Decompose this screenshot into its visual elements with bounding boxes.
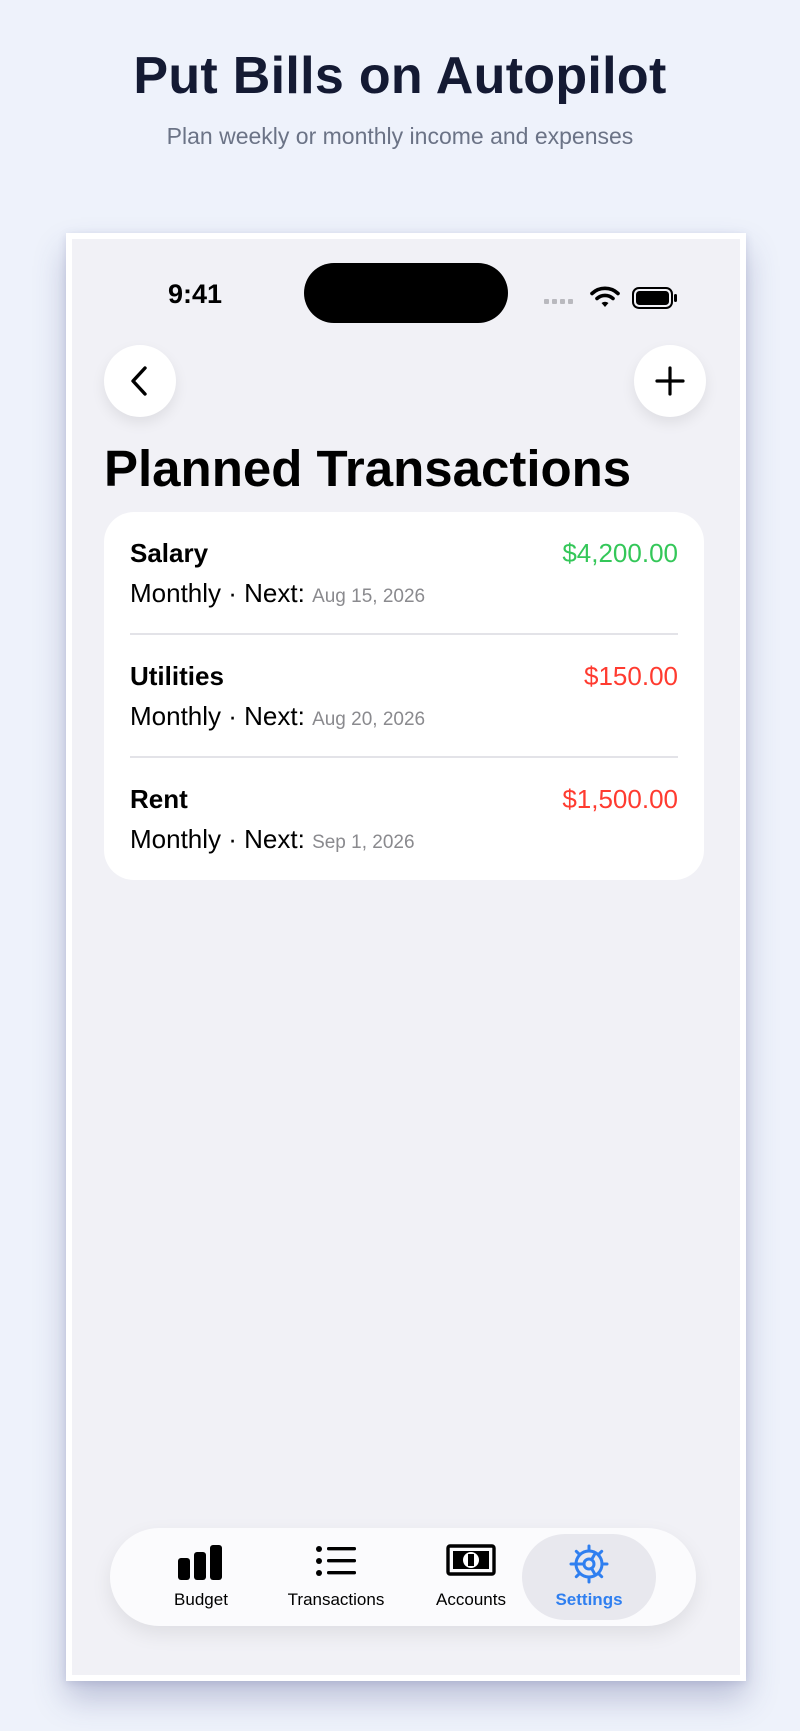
transaction-name: Utilities [130,661,224,691]
transaction-schedule: Monthly · Next: Aug 15, 2026 [130,578,425,609]
schedule-text: Monthly · Next: [130,701,313,731]
transaction-amount: $1,500.00 [562,784,678,814]
next-date: Aug 20, 2026 [312,709,426,730]
transaction-schedule: Monthly · Next: Aug 20, 2026 [130,701,425,732]
transaction-name: Salary [130,538,209,568]
tab-label: Budget [174,1590,228,1609]
transaction-schedule: Monthly · Next: Sep 1, 2026 [130,824,415,855]
schedule-text: Monthly · Next: [130,578,313,608]
tab-settings[interactable]: Settings [522,1534,656,1620]
tab-label: Accounts [436,1590,506,1609]
transaction-row-utilities[interactable]: Utilities $150.00 Monthly · Next: Aug 20… [130,635,678,758]
promo-headline: Put Bills on Autopilot [133,47,667,105]
dynamic-island [304,263,508,323]
add-transaction-button[interactable] [634,345,706,417]
tab-label: Settings [555,1590,623,1609]
chevron-left-icon [131,366,147,396]
tab-transactions[interactable]: Transactions [269,1534,403,1620]
cellular-signal-icon [544,299,573,304]
transaction-amount: $4,200.00 [562,538,678,568]
tab-budget[interactable]: Budget [134,1534,268,1620]
wifi-icon [590,285,620,314]
next-date: Sep 1, 2026 [312,832,415,853]
next-date: Aug 15, 2026 [312,586,426,607]
phone-frame: 9:41 Planned Transactions Salary $4,200.… [66,233,746,1681]
tab-bar: Budget Transactions Accounts Settings [110,1528,696,1626]
status-time: 9:41 [168,279,223,309]
back-button[interactable] [104,345,176,417]
planned-transactions-list: Salary $4,200.00 Monthly · Next: Aug 15,… [104,512,704,880]
tab-label: Transactions [287,1590,385,1609]
transaction-row-salary[interactable]: Salary $4,200.00 Monthly · Next: Aug 15,… [130,512,678,635]
transaction-amount: $150.00 [584,661,678,691]
transaction-row-rent[interactable]: Rent $1,500.00 Monthly · Next: Sep 1, 20… [130,758,678,881]
gear-icon [569,1544,609,1584]
battery-icon [632,287,678,314]
transaction-name: Rent [130,784,188,814]
plus-icon [655,366,685,396]
schedule-text: Monthly · Next: [130,824,313,854]
page-title: Planned Transactions [104,440,632,497]
bar-chart-icon [178,1545,222,1580]
list-icon [316,1546,356,1576]
promo-subheadline: Plan weekly or monthly income and expens… [166,123,634,149]
banknote-icon [446,1544,496,1576]
tab-accounts[interactable]: Accounts [404,1534,538,1620]
